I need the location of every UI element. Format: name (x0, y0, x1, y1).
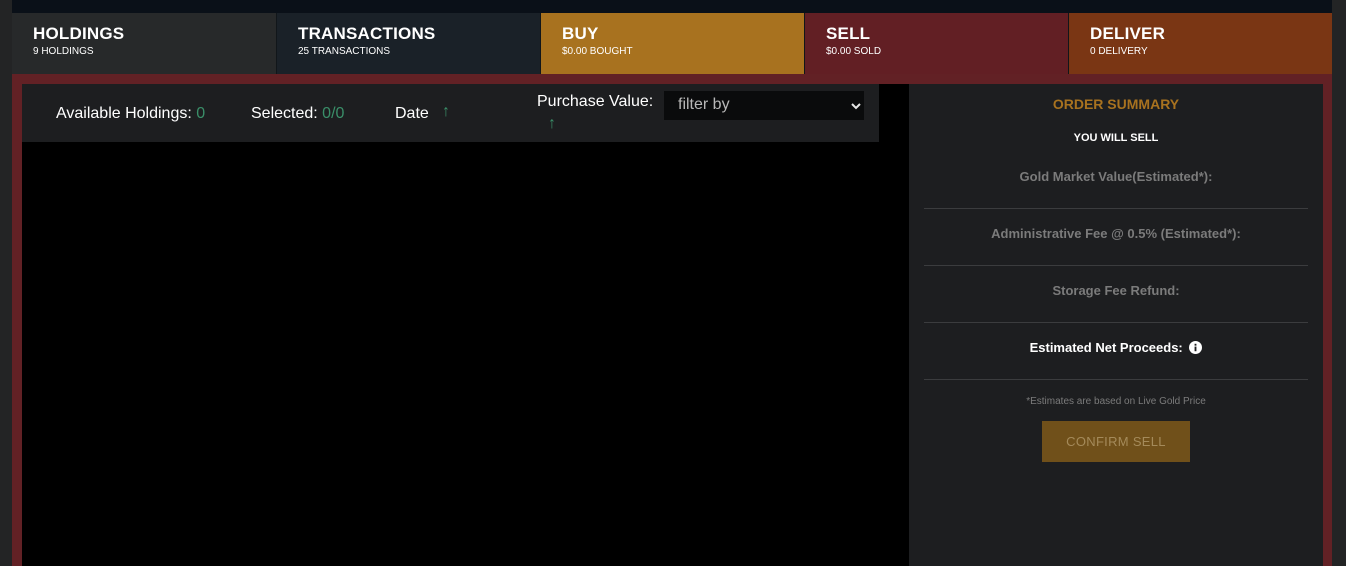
filter-bar-gap (879, 84, 909, 142)
tab-deliver[interactable]: DELIVER 0 DELIVERY (1068, 13, 1332, 74)
tab-bar: HOLDINGS 9 HOLDINGS TRANSACTIONS 25 TRAN… (12, 13, 1332, 74)
tab-title: TRANSACTIONS (298, 24, 436, 43)
sell-panel: Available Holdings: 0 Selected: 0/0 Date… (12, 74, 1332, 566)
divider (924, 322, 1308, 323)
divider (924, 208, 1308, 209)
chevron-down-icon (851, 103, 861, 110)
tab-title: SELL (826, 24, 871, 43)
tab-subtitle: 9 HOLDINGS (33, 46, 94, 57)
order-summary-title: ORDER SUMMARY (1052, 96, 1180, 112)
divider (924, 379, 1308, 380)
gold-market-value-label: Gold Market Value(Estimated*): (1019, 169, 1213, 184)
net-proceeds: Estimated Net Proceeds: (924, 340, 1308, 355)
filter-select-placeholder: filter by (678, 96, 730, 113)
tab-title: BUY (562, 24, 599, 43)
filter-bar: Available Holdings: 0 Selected: 0/0 Date… (22, 84, 879, 142)
net-proceeds-label: Estimated Net Proceeds: (1029, 340, 1183, 355)
tab-subtitle: 0 DELIVERY (1090, 46, 1148, 57)
info-icon[interactable] (1189, 341, 1203, 354)
arrow-up-icon[interactable]: ↑ (548, 116, 556, 132)
tab-sell[interactable]: SELL $0.00 SOLD (804, 13, 1068, 74)
available-holdings-label: Available Holdings: (56, 105, 192, 122)
tab-transactions[interactable]: TRANSACTIONS 25 TRANSACTIONS (276, 13, 540, 74)
divider (924, 265, 1308, 266)
tab-buy[interactable]: BUY $0.00 BOUGHT (540, 13, 804, 74)
selected-label: Selected: (251, 105, 318, 122)
selected-count: Selected: 0/0 (251, 105, 344, 123)
available-holdings: Available Holdings: 0 (56, 105, 205, 123)
sort-purchase-value-label[interactable]: Purchase Value: (537, 93, 653, 111)
order-summary-subtitle: YOU WILL SELL (1073, 132, 1159, 144)
filter-select[interactable]: filter by (664, 91, 864, 120)
tab-holdings[interactable]: HOLDINGS 9 HOLDINGS (12, 13, 276, 74)
storage-fee-refund-label: Storage Fee Refund: (1052, 283, 1180, 298)
order-summary: ORDER SUMMARY YOU WILL SELL Gold Market … (909, 84, 1323, 566)
tab-subtitle: 25 TRANSACTIONS (298, 46, 391, 57)
available-holdings-value: 0 (196, 105, 206, 122)
holdings-list (22, 142, 909, 566)
tab-subtitle: $0.00 BOUGHT (562, 46, 633, 57)
selected-value: 0/0 (322, 105, 345, 122)
tab-subtitle: $0.00 SOLD (826, 46, 882, 57)
sort-date-label[interactable]: Date (395, 105, 429, 123)
confirm-sell-button[interactable]: CONFIRM SELL (1042, 421, 1190, 462)
tab-title: DELIVER (1090, 24, 1166, 43)
top-strip (12, 0, 1332, 13)
estimate-note: *Estimates are based on Live Gold Price (1026, 396, 1206, 407)
admin-fee-label: Administrative Fee @ 0.5% (Estimated*): (991, 226, 1241, 241)
tab-title: HOLDINGS (33, 24, 125, 43)
arrow-up-icon[interactable]: ↑ (442, 104, 450, 120)
